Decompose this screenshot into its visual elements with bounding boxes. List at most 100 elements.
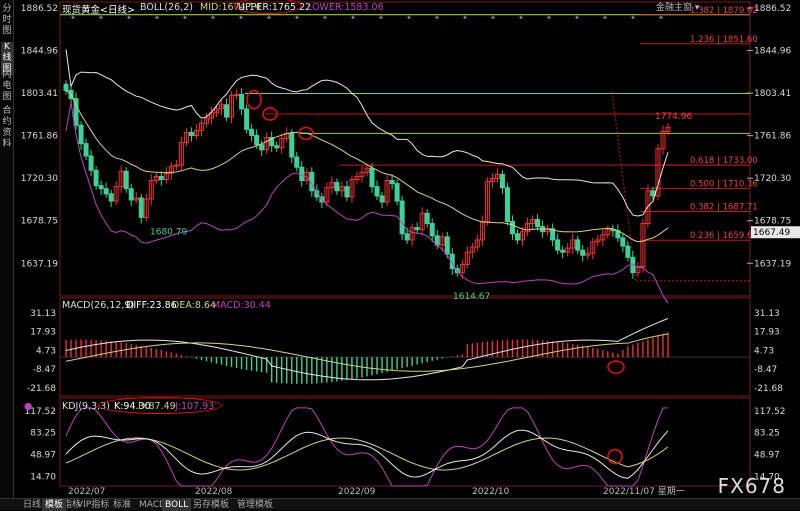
chart-canvas[interactable]: 1886.52 1886.52 1844.96 1844.96 1803.41 1803.… bbox=[0, 0, 800, 498]
tab-save-template[interactable]: 另存模板 bbox=[190, 499, 232, 511]
candle-body bbox=[414, 227, 420, 231]
x-axis-date-label: 2022/08 bbox=[195, 487, 233, 497]
x-axis-date-label: 2022/11/07 星期一 bbox=[603, 486, 685, 497]
macd-y-tick-label-left: -21.68 bbox=[27, 384, 56, 394]
tab-vip-indicator[interactable]: VIP指标 bbox=[74, 499, 112, 511]
fib-level-label: 0.382 | 1687.71 bbox=[690, 203, 758, 213]
macd-cross-ring bbox=[607, 360, 625, 374]
candle-body bbox=[289, 132, 295, 158]
macd-macd-value: MACD:30.44 bbox=[212, 300, 271, 311]
candle-body bbox=[509, 220, 515, 235]
price-y-tick-label-left: 1803.41 bbox=[21, 89, 58, 99]
candle-body bbox=[429, 223, 435, 237]
candle-body bbox=[188, 131, 194, 136]
fib-level-label: 0.236 | 1659.69 bbox=[690, 231, 758, 241]
boll-lower-line bbox=[65, 102, 669, 304]
macd-y-tick-label: 17.93 bbox=[754, 328, 780, 338]
candle-body bbox=[499, 173, 505, 189]
candle-body bbox=[444, 236, 450, 255]
marker-star-icon: ✦ bbox=[350, 14, 356, 22]
price-y-tick-label-left: 1844.96 bbox=[21, 47, 58, 57]
marker-star-icon: ✦ bbox=[462, 14, 468, 22]
price-y-tick-label: 1803.41 bbox=[754, 89, 791, 99]
candle-body bbox=[128, 188, 134, 201]
boll-upper-line bbox=[65, 49, 669, 217]
candle-body bbox=[274, 145, 280, 149]
macd-y-tick-label: 31.13 bbox=[754, 309, 780, 319]
macd-dea-value: DEA:8.64 bbox=[172, 300, 217, 311]
marker-star-icon: ✦ bbox=[406, 14, 412, 22]
candle-body bbox=[88, 155, 94, 171]
marker-star-icon: ✦ bbox=[518, 14, 524, 22]
macd-panel-frame bbox=[59, 297, 751, 397]
marker-star-icon: ✦ bbox=[154, 14, 160, 22]
sidebar-tab-contract[interactable]: 合约资料 bbox=[1, 106, 13, 150]
candle-body bbox=[344, 186, 350, 198]
candle-body bbox=[625, 245, 631, 258]
candle-body bbox=[294, 156, 300, 168]
kdj-y-tick-label-left: 14.70 bbox=[30, 473, 56, 483]
candle-body bbox=[299, 166, 305, 182]
candle-body bbox=[103, 188, 109, 195]
marker-star-icon: ✦ bbox=[182, 14, 188, 22]
candle-body bbox=[515, 233, 520, 241]
low-price-label-1: 1680.79 bbox=[150, 228, 187, 238]
price-y-tick-label: 1720.30 bbox=[754, 174, 791, 184]
candle-body bbox=[575, 239, 581, 251]
price-y-tick-label-left: 1637.19 bbox=[21, 259, 58, 269]
macd-y-tick-label: -21.68 bbox=[754, 384, 783, 394]
candle-body bbox=[650, 190, 656, 197]
last-price-value: 1667.49 bbox=[753, 228, 790, 238]
tab-standard[interactable]: 标准 bbox=[110, 499, 134, 511]
price-panel-frame bbox=[59, 1, 751, 297]
macd-y-tick-label-left: 4.73 bbox=[36, 346, 56, 356]
price-y-tick-label-left: 1720.30 bbox=[21, 174, 58, 184]
price-y-tick-label: 1637.19 bbox=[754, 259, 791, 269]
candle-body bbox=[78, 124, 84, 145]
marker-star-icon: ✦ bbox=[630, 14, 636, 22]
candle-body bbox=[98, 185, 104, 190]
candle-body bbox=[389, 180, 395, 185]
price-y-tick-label: 1844.96 bbox=[754, 47, 791, 57]
x-axis-date-label: 2022/07 bbox=[68, 487, 105, 497]
x-axis-date-label: 2022/09 bbox=[338, 487, 376, 497]
marker-star-icon: ✦ bbox=[210, 14, 216, 22]
marker-star-icon: ✦ bbox=[238, 14, 244, 22]
kdj-k-line bbox=[65, 429, 669, 479]
candle-body bbox=[560, 249, 566, 253]
bottom-toolbar: 日线 ▲ 指标 模板 VIP指标 标准 MACD BOLL 另存模板 管理模板 bbox=[0, 498, 800, 511]
x-axis-date-label: 2022/10 bbox=[472, 487, 510, 497]
tab-template[interactable]: 模板 bbox=[42, 499, 67, 511]
candle-body bbox=[620, 237, 626, 247]
marker-star-icon: ✦ bbox=[294, 14, 300, 22]
kdj-close-icon[interactable]: ● bbox=[24, 401, 32, 412]
macd-y-tick-label-left: 17.93 bbox=[30, 328, 56, 338]
candle-body bbox=[374, 186, 380, 197]
candle-body bbox=[369, 167, 375, 188]
candle-body bbox=[334, 182, 340, 192]
main-window-selector[interactable]: 金融主窗 ▾ bbox=[656, 0, 699, 13]
sidebar-tab-flash[interactable]: 闪电图 bbox=[1, 70, 13, 103]
candle-body bbox=[379, 195, 385, 203]
marker-star-icon: ✦ bbox=[658, 14, 664, 22]
fib-level-label: 1.236 | 1851.60 bbox=[690, 35, 758, 45]
sidebar: 分时图 K线图 闪电图 合约资料 bbox=[0, 0, 14, 498]
price-y-tick-label-left: 1886.52 bbox=[21, 4, 58, 14]
tab-boll[interactable]: BOLL bbox=[162, 499, 192, 511]
candle-body bbox=[138, 197, 144, 218]
price-y-tick-label: 1678.75 bbox=[754, 217, 791, 227]
fib-level-label: 1.382 | 1879.62 bbox=[690, 6, 758, 16]
candle-body bbox=[535, 218, 541, 228]
macd-label: MACD(26,12,9) bbox=[62, 300, 135, 311]
candle-body bbox=[399, 200, 405, 235]
chart-symbol-title: 现货黄金<日线> bbox=[62, 5, 135, 16]
fib-level-label: 0.500 | 1710.36 bbox=[690, 179, 758, 189]
candle-body bbox=[424, 212, 430, 225]
sidebar-tab-time[interactable]: 分时图 bbox=[1, 4, 13, 37]
fib-level-label: 0.618 | 1733.00 bbox=[690, 156, 758, 166]
kdj-d-line bbox=[65, 437, 669, 471]
macd-y-tick-label: -8.47 bbox=[754, 365, 777, 375]
tab-manage-template[interactable]: 管理模板 bbox=[234, 499, 276, 511]
candle-body bbox=[504, 187, 510, 222]
watermark-logo: FX678 bbox=[717, 474, 786, 498]
